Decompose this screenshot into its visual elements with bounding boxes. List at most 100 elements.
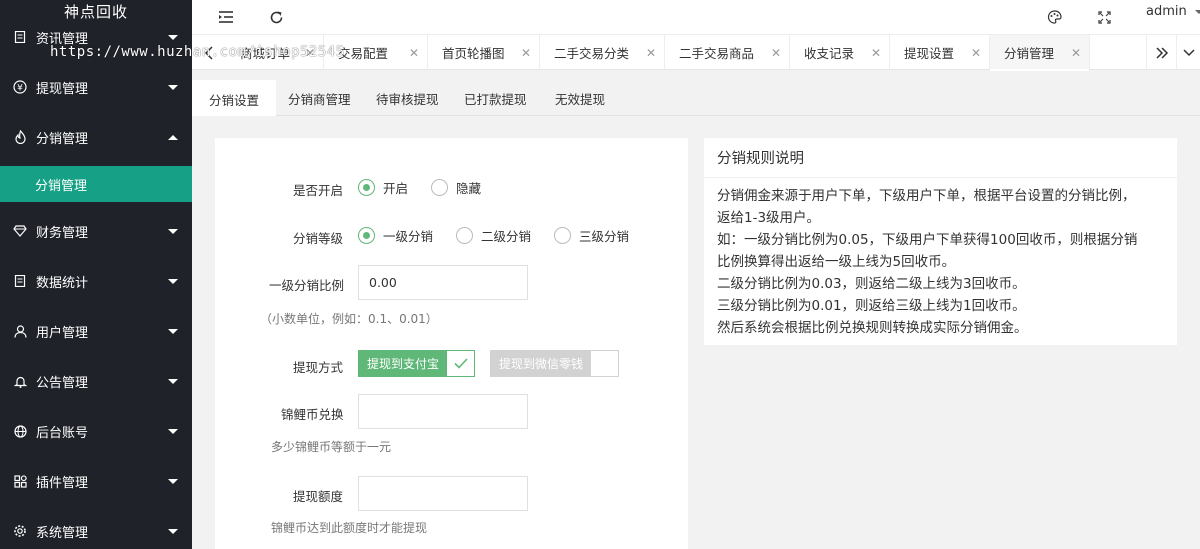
exchange-label: 锦鲤币兑换 <box>281 407 344 422</box>
close-icon[interactable]: ✕ <box>871 46 881 60</box>
radio-level-3[interactable]: 三级分销 <box>554 226 629 245</box>
user-menu[interactable]: admin <box>1146 4 1200 19</box>
rules-line: 比例换算得出返给一级上线为5回收币。 <box>717 254 956 270</box>
close-icon[interactable]: ✕ <box>1071 46 1081 60</box>
subtab-invalid-withdraw[interactable]: 无效提现 <box>555 80 605 116</box>
sidebar-item-users[interactable]: 用户管理 <box>0 306 192 356</box>
sidebar-item-label: 分销管理 <box>36 131 89 147</box>
user-icon <box>13 324 27 338</box>
yen-icon: ¥ <box>13 80 27 94</box>
sidebar-item-finance[interactable]: 财务管理 <box>0 206 192 256</box>
enable-label: 是否开启 <box>293 183 344 198</box>
sidebar-item-notice[interactable]: 公告管理 <box>0 356 192 406</box>
sidebar-item-label: 用户管理 <box>36 325 89 341</box>
checkbox-label: 提现到支付宝 <box>359 351 448 376</box>
subtab-label: 已打款提现 <box>464 91 527 107</box>
rules-body: 分销佣金来源于用户下单，下级用户下单，根据平台设置的分销比例， 返给1-3级用户… <box>704 178 1177 339</box>
radio-label: 二级分销 <box>481 229 532 244</box>
chevron-down-icon <box>168 478 178 484</box>
sidebar-item-distribution[interactable]: 分销管理 <box>0 112 192 162</box>
radio-level-2[interactable]: 二级分销 <box>456 226 531 245</box>
radio-label: 开启 <box>383 181 409 196</box>
close-icon[interactable]: ✕ <box>646 46 656 60</box>
chevron-down-icon <box>168 428 178 434</box>
close-icon[interactable]: ✕ <box>771 46 781 60</box>
radio-checked-icon <box>358 227 375 244</box>
rules-line: 三级分销比例为0.01，则返给三级上线为1回收币。 <box>717 298 1026 314</box>
doc-icon <box>13 30 27 44</box>
subtab-distributors[interactable]: 分销商管理 <box>288 80 351 116</box>
close-icon[interactable]: ✕ <box>971 46 981 60</box>
subtab-paid-withdraw[interactable]: 已打款提现 <box>464 80 527 116</box>
sidebar-subitem-label: 分销管理 <box>35 178 88 194</box>
tab-withdraw-settings[interactable]: 提现设置 ✕ <box>890 35 990 70</box>
close-icon[interactable]: ✕ <box>409 46 419 60</box>
subtab-settings[interactable]: 分销设置 <box>192 80 276 116</box>
tab-transactions[interactable]: 收支记录 ✕ <box>790 35 890 70</box>
rules-title: 分销规则说明 <box>704 138 1177 178</box>
ratio-input[interactable]: 0.00 <box>358 265 528 300</box>
subtab-label: 待审核提现 <box>376 91 439 107</box>
sidebar-item-stats[interactable]: 数据统计 <box>0 256 192 306</box>
radio-unchecked-icon <box>554 227 571 244</box>
radio-label: 一级分销 <box>383 229 434 244</box>
tab-used-goods[interactable]: 二手交易商品 ✕ <box>665 35 790 70</box>
sidebar-item-withdraw[interactable]: ¥ 提现管理 <box>0 62 192 112</box>
gear-icon <box>13 524 27 538</box>
min-withdraw-label: 提现额度 <box>293 489 344 504</box>
rules-line: 如：一级分销比例为0.05，下级用户下单获得100回收币，则根据分销 <box>717 232 1138 248</box>
subtab-label: 分销商管理 <box>288 91 351 107</box>
rules-line: 然后系统会根据比例兑换规则转换成实际分销佣金。 <box>717 320 1028 336</box>
sidebar-item-label: 公告管理 <box>36 375 89 391</box>
withdraw-method-label: 提现方式 <box>293 360 344 375</box>
radio-level-1[interactable]: 一级分销 <box>358 226 433 245</box>
radio-unchecked-icon <box>456 227 473 244</box>
radio-enable-off[interactable]: 隐藏 <box>431 178 481 197</box>
sidebar-item-accounts[interactable]: 后台账号 <box>0 406 192 456</box>
tab-distribution[interactable]: 分销管理 ✕ <box>990 35 1090 71</box>
subtab-label: 无效提现 <box>555 91 606 107</box>
top-header: admin <box>192 0 1200 34</box>
tabs-menu-chevron-down-icon[interactable] <box>1176 35 1200 70</box>
sidebar-item-label: 系统管理 <box>36 525 89 541</box>
rules-line: 分销佣金来源于用户下单，下级用户下单，根据平台设置的分销比例， <box>717 188 1136 204</box>
palette-icon[interactable] <box>1042 5 1066 29</box>
tabs-scroll-right-icon[interactable] <box>1146 35 1176 70</box>
close-icon[interactable]: ✕ <box>521 46 531 60</box>
sidebar-item-system[interactable]: 系统管理 <box>0 506 192 549</box>
ratio-label: 一级分销比例 <box>269 278 345 293</box>
subtab-pending-withdraw[interactable]: 待审核提现 <box>376 80 439 116</box>
menu-collapse-icon[interactable] <box>214 5 238 29</box>
tab-label: 分销管理 <box>1004 46 1055 61</box>
tab-label: 交易配置 <box>338 46 389 61</box>
rules-line: 二级分销比例为0.03，则返给二级上线为3回收币。 <box>717 276 1026 292</box>
doc-icon <box>13 274 27 288</box>
rules-card: 分销规则说明 分销佣金来源于用户下单，下级用户下单，根据平台设置的分销比例， 返… <box>704 138 1177 345</box>
chevron-down-icon <box>168 84 178 90</box>
svg-text:¥: ¥ <box>17 84 23 94</box>
sidebar-item-label: 提现管理 <box>36 81 89 97</box>
checkbox-wechat[interactable]: 提现到微信零钱 <box>490 350 620 377</box>
radio-unchecked-icon <box>431 179 448 196</box>
tab-home-banner[interactable]: 首页轮播图 ✕ <box>428 35 540 70</box>
username: admin <box>1146 4 1187 19</box>
chevron-down-icon <box>1194 9 1200 14</box>
rules-line: 返给1-3级用户。 <box>717 210 821 226</box>
brand-title: 神点回收 <box>63 3 128 21</box>
tab-used-category[interactable]: 二手交易分类 ✕ <box>540 35 665 70</box>
min-withdraw-input[interactable] <box>358 476 528 511</box>
refresh-icon[interactable] <box>264 5 288 29</box>
tab-label: 首页轮播图 <box>442 46 505 61</box>
sidebar-item-label: 财务管理 <box>36 225 89 241</box>
exchange-input[interactable] <box>358 394 528 429</box>
radio-checked-icon <box>358 179 375 196</box>
sidebar-item-plugins[interactable]: 插件管理 <box>0 456 192 506</box>
checkbox-alipay[interactable]: 提现到支付宝 <box>358 350 476 377</box>
sidebar-subitem-distribution[interactable]: 分销管理 <box>0 166 192 202</box>
tab-label: 二手交易分类 <box>554 46 630 61</box>
fullscreen-icon[interactable] <box>1092 5 1116 29</box>
exchange-hint: 多少锦鲤币等额于一元 <box>271 440 392 454</box>
diamond-icon <box>13 224 27 238</box>
radio-enable-on[interactable]: 开启 <box>358 178 408 197</box>
checkbox-label: 提现到微信零钱 <box>491 351 592 376</box>
